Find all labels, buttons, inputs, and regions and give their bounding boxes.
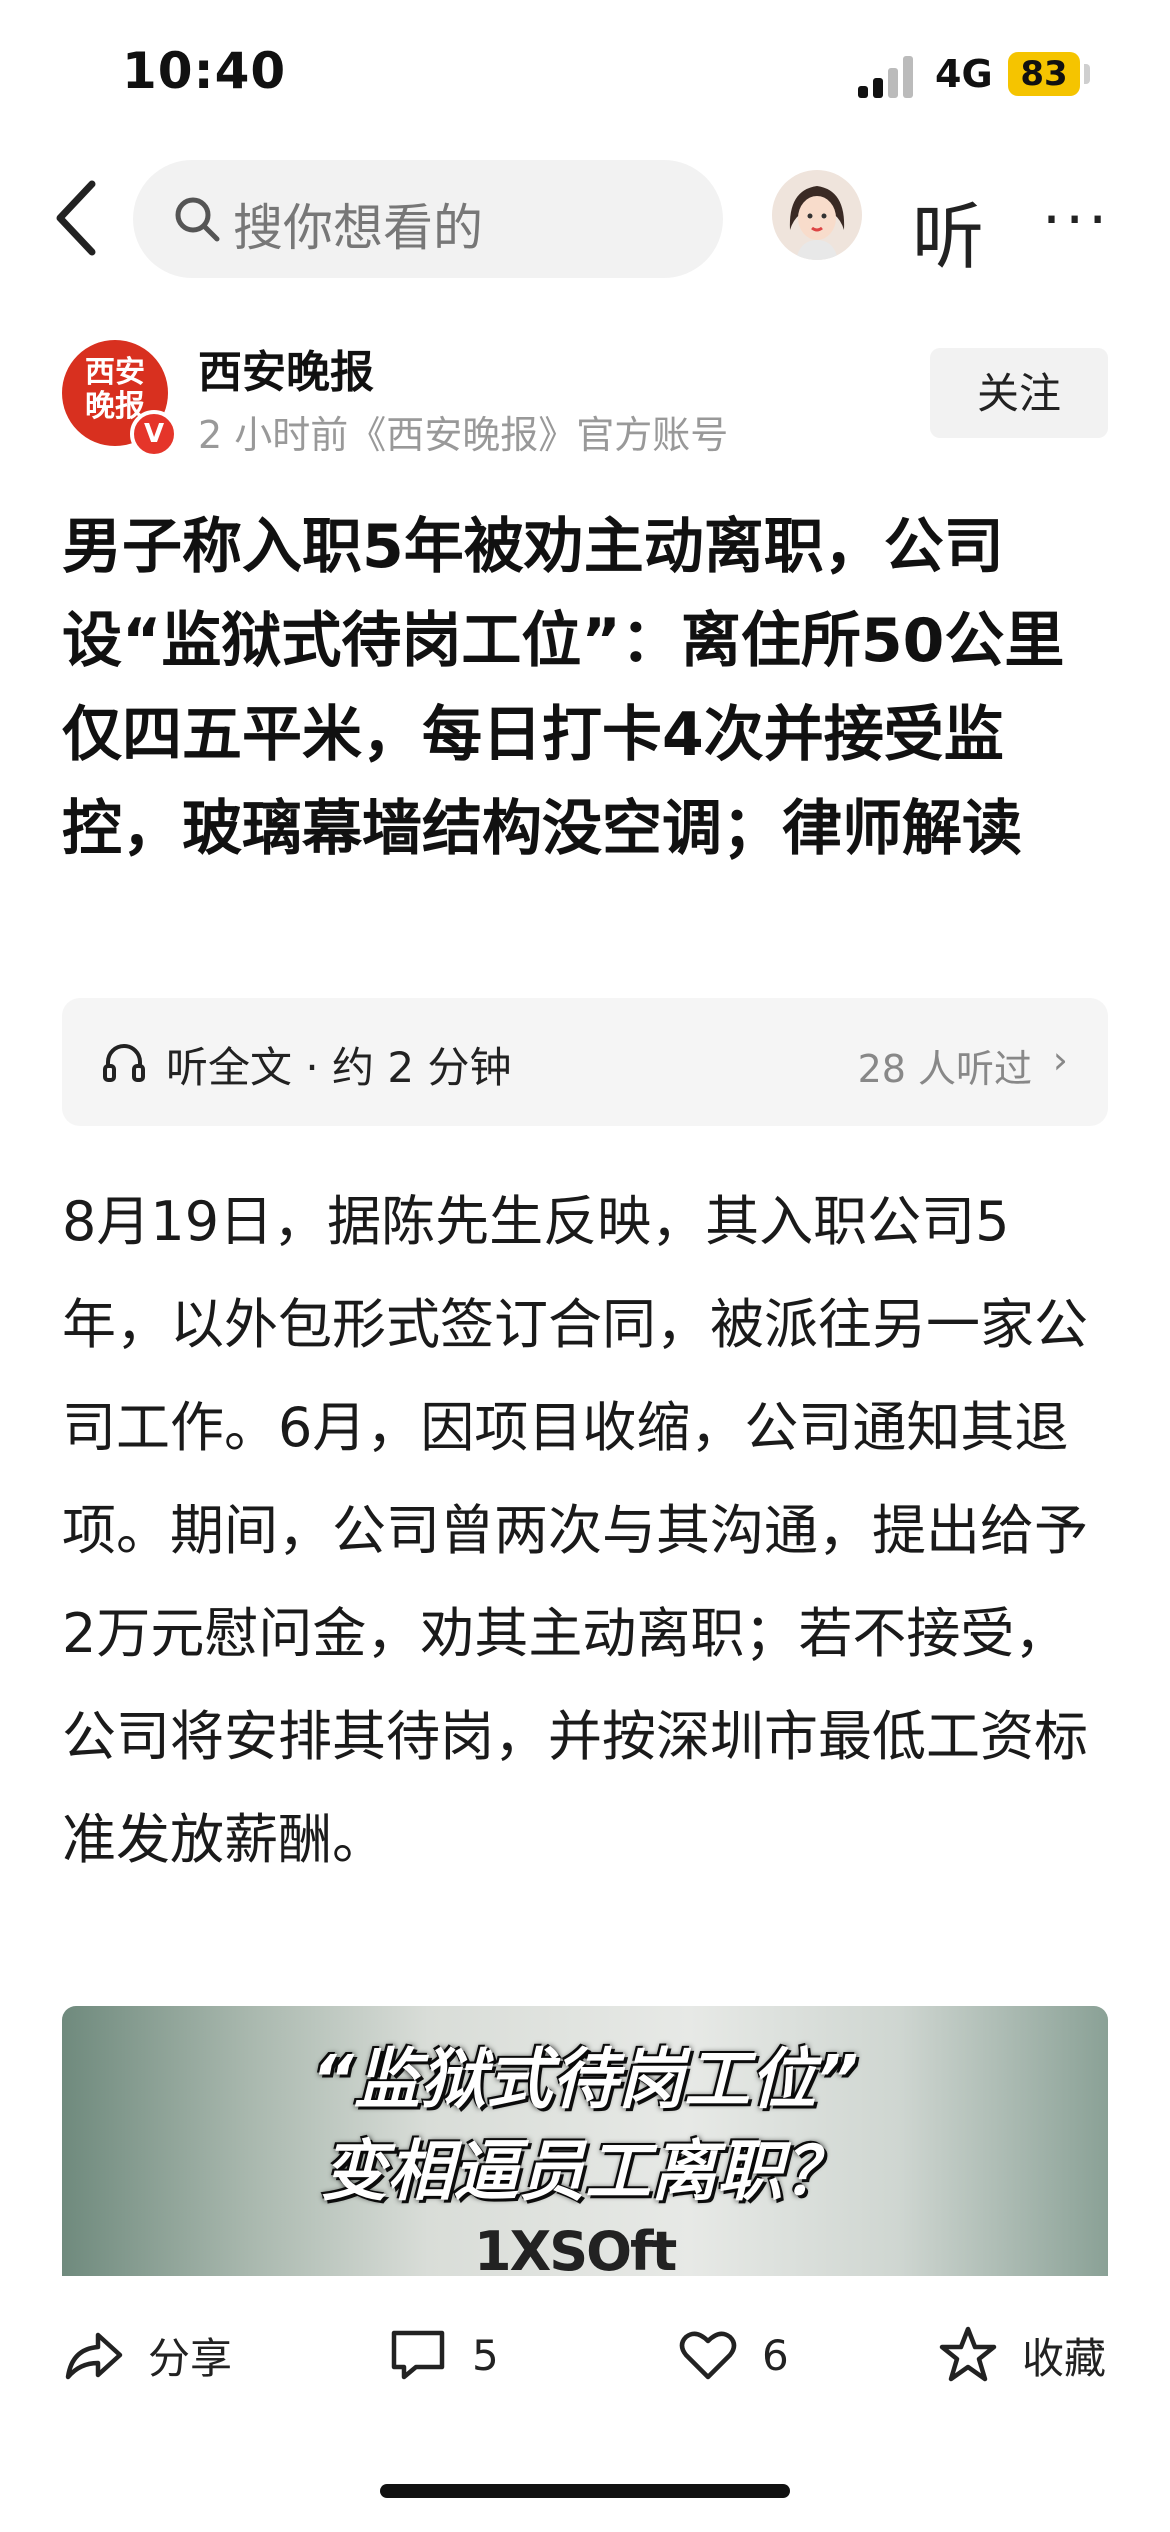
verified-badge: V (130, 410, 178, 458)
battery-level: 83 (1008, 52, 1080, 96)
comment-count: 5 (472, 2330, 499, 2380)
heart-icon (679, 2331, 737, 2380)
article-title: 男子称入职5年被劝主动离职，公司设“监狱式待岗工位”：离住所50公里仅四五平米，… (62, 512, 1065, 864)
share-icon (65, 2332, 123, 2380)
like-button[interactable]: 6 (676, 2320, 789, 2390)
collect-button[interactable]: 收藏 (936, 2320, 1106, 2390)
star-icon (939, 2326, 997, 2382)
comment-icon (391, 2330, 445, 2380)
avatar[interactable] (772, 170, 862, 260)
listen-full-label: 听全文 · 约 2 分钟 (166, 1043, 512, 1092)
status-time: 10:40 (122, 42, 287, 100)
like-count: 6 (762, 2330, 789, 2380)
back-icon[interactable] (48, 178, 108, 258)
bottom-action-bar: 分享 5 6 收藏 (0, 2276, 1170, 2436)
headphones-icon (100, 1038, 148, 1086)
signal-icon (858, 56, 914, 98)
image-caption-2: 变相逼员工离职？ (321, 2133, 849, 2210)
article-image[interactable]: “监狱式待岗工位” 变相逼员工离职？ 1XSOft (62, 2006, 1108, 2276)
comment-button[interactable]: 5 (386, 2320, 499, 2390)
search-input[interactable]: 搜你想看的 (133, 160, 723, 278)
more-icon[interactable]: ··· (1042, 190, 1111, 250)
article-body: 8月19日，据陈先生反映，其入职公司5年，以外包形式签订合同，被派往另一家公司工… (62, 1190, 1088, 1871)
author-meta: 2 小时前《西安晚报》官方账号 (198, 413, 729, 457)
listen-count: 28 人听过 (857, 1047, 1032, 1091)
author-name[interactable]: 西安晚报 (198, 336, 374, 400)
logo-text-1: 西安 (85, 355, 145, 390)
follow-button[interactable]: 关注 (930, 348, 1108, 438)
image-logo: 1XSOft (474, 2220, 677, 2276)
chevron-right-icon: › (1052, 1038, 1068, 1082)
home-indicator[interactable] (380, 2484, 790, 2498)
share-label: 分享 (148, 2333, 233, 2383)
listen-full-bar[interactable]: 听全文 · 约 2 分钟 28 人听过 › (62, 998, 1108, 1126)
collect-label: 收藏 (1022, 2333, 1107, 2383)
battery-icon (1084, 64, 1090, 84)
image-caption-1: “监狱式待岗工位” (311, 2041, 859, 2118)
share-button[interactable]: 分享 (62, 2320, 232, 2390)
network-type: 4G (935, 52, 993, 96)
search-icon (171, 193, 223, 245)
listen-button[interactable]: 听 (912, 178, 984, 283)
search-placeholder: 搜你想看的 (233, 199, 483, 257)
